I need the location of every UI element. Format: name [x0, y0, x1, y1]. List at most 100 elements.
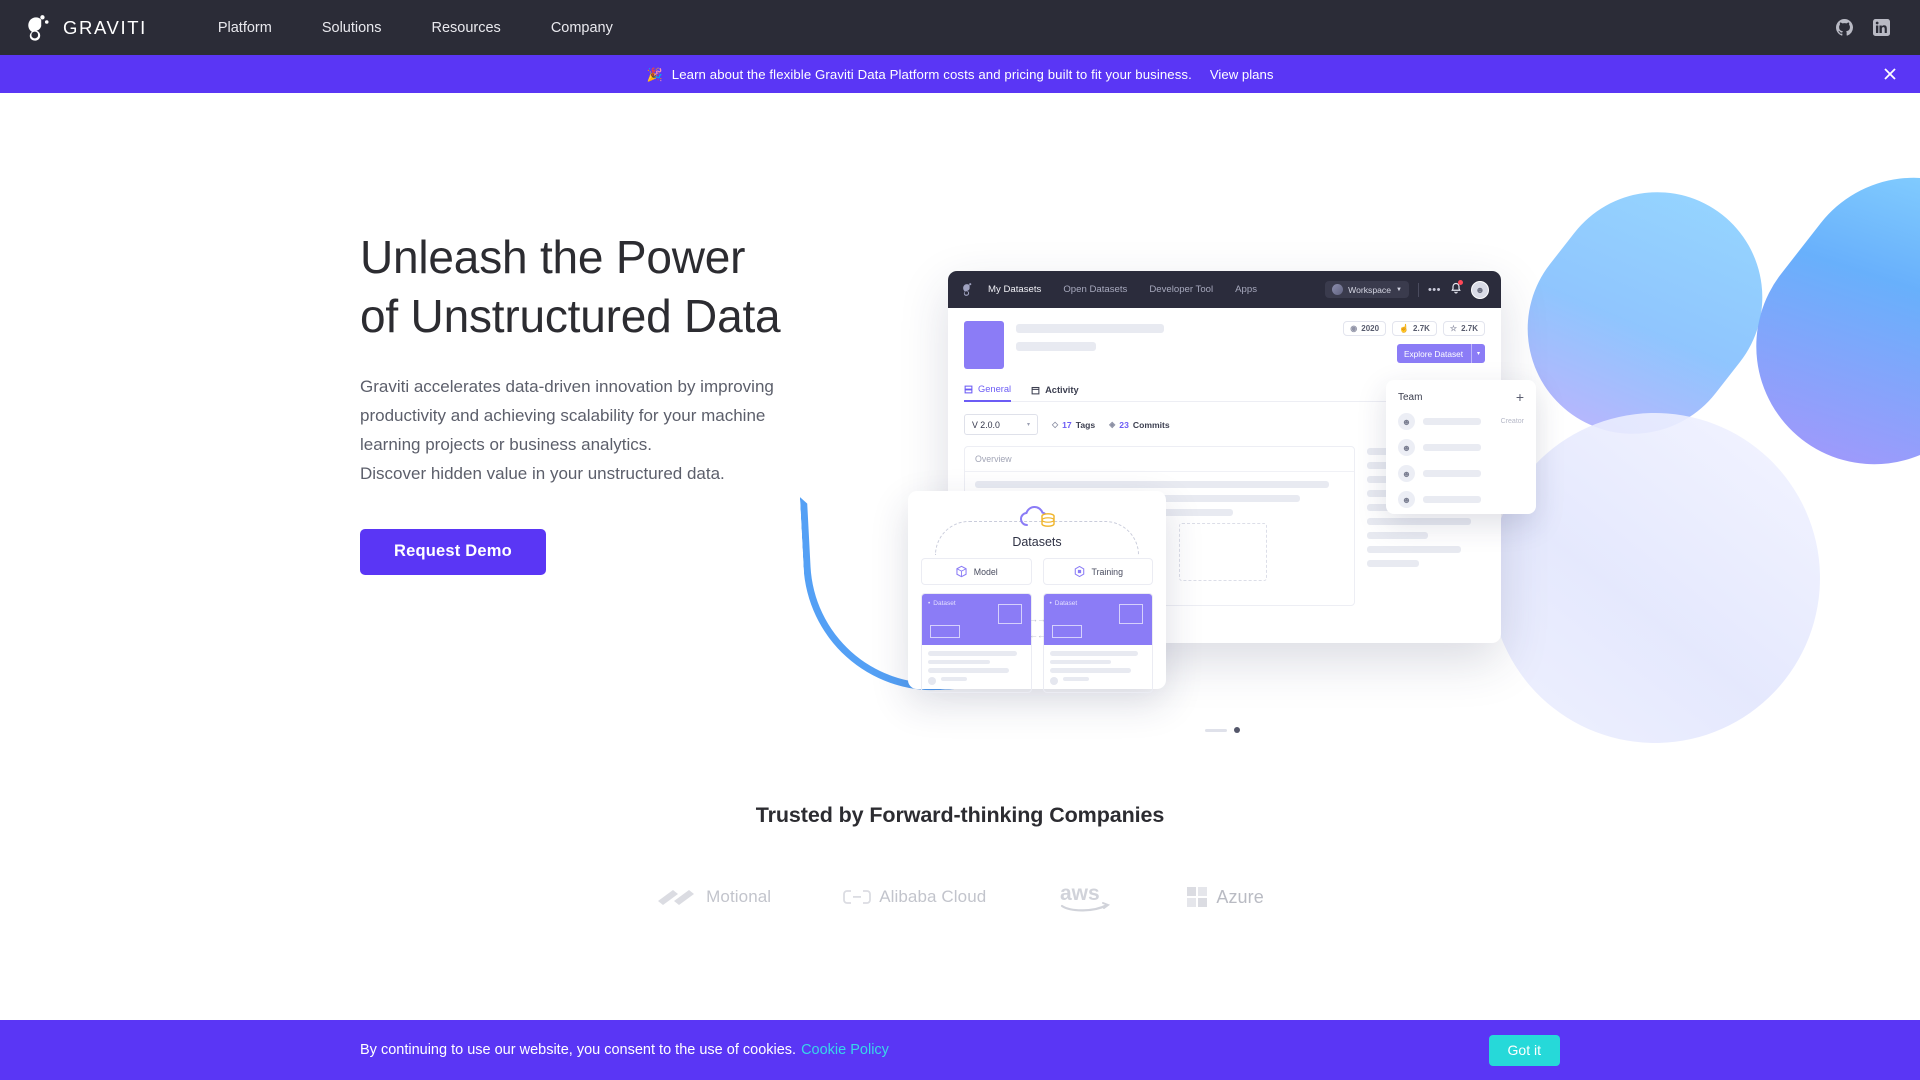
logo-alibaba-cloud-label: Alibaba Cloud [879, 887, 987, 906]
cookie-accept-button[interactable]: Got it [1488, 1034, 1560, 1066]
member-name-placeholder [1423, 444, 1481, 451]
partner-logos: Motional Alibaba Cloud aws Azure [0, 880, 1920, 914]
mockup-app-header: My Datasets Open Datasets Developer Tool… [948, 271, 1501, 308]
commit-icon: ◈ [1109, 420, 1116, 429]
version-select[interactable]: V 2.0.0 ▾ [964, 414, 1038, 435]
list-icon [964, 385, 973, 393]
datasets-tab-model[interactable]: Model [921, 558, 1032, 585]
datasets-tabs: Model Training [921, 558, 1153, 585]
mockup-tab-activity-label: Activity [1045, 385, 1079, 395]
hero-paragraph-line-4: Discover hidden value in your unstructur… [360, 464, 725, 484]
placeholder-line [1016, 324, 1164, 333]
dataset-card-pair: Dataset →→ ←← [921, 593, 1153, 693]
annotation-box [1051, 625, 1082, 638]
chevron-down-icon: ▾ [1026, 422, 1030, 428]
avatar [928, 676, 936, 685]
mockup-nav-open-datasets[interactable]: Open Datasets [1052, 284, 1138, 295]
team-member-row[interactable]: ☻ [1398, 465, 1524, 482]
workspace-avatar-icon [1332, 284, 1344, 295]
thumbs-up-icon: ☝ [1399, 324, 1410, 333]
more-options-icon[interactable]: ••• [1428, 284, 1441, 296]
annotation-box [930, 625, 960, 638]
tags-meta[interactable]: ◇ 17 Tags [1052, 420, 1095, 430]
svg-text:aws: aws [1060, 882, 1100, 905]
dataset-card-footer [928, 676, 1025, 686]
dataset-card[interactable]: Dataset [921, 593, 1032, 693]
mockup-tab-general[interactable]: General [964, 384, 1012, 402]
brand-name: GRAVITI [63, 16, 147, 38]
carousel-slide-2-active[interactable] [1234, 727, 1240, 733]
star-icon: ☆ [1449, 324, 1458, 333]
logo-azure: Azure [1186, 886, 1264, 908]
nav-link-platform[interactable]: Platform [193, 20, 297, 36]
placeholder-line [1062, 676, 1089, 681]
datasets-flow-card: Datasets Model Training Data [908, 491, 1166, 693]
add-member-icon[interactable]: + [1516, 390, 1524, 404]
team-member-row[interactable]: ☻ Creator [1398, 413, 1524, 430]
nav-link-solutions[interactable]: Solutions [297, 20, 407, 36]
placeholder-line [975, 481, 1330, 488]
motional-logo-icon [658, 890, 695, 905]
hero-title-line-1: Unleash the Power [360, 231, 746, 283]
stat-views-value: 2020 [1361, 324, 1380, 333]
mockup-tab-activity[interactable]: Activity [1031, 384, 1079, 402]
trusted-by-section: Trusted by Forward-thinking Companies Mo… [0, 803, 1920, 914]
promo-banner-text: Learn about the flexible Graviti Data Pl… [671, 66, 1192, 82]
logo-alibaba-cloud: Alibaba Cloud [843, 887, 986, 907]
dataset-card-meta [922, 645, 1031, 692]
chevron-down-icon[interactable]: ▾ [1471, 344, 1485, 363]
team-panel-header: Team + [1398, 390, 1524, 404]
overview-label: Overview [965, 447, 1354, 472]
datasets-tab-training[interactable]: Training [1042, 558, 1153, 585]
commits-meta[interactable]: ◈ 23 Commits [1109, 420, 1170, 430]
mockup-nav-apps[interactable]: Apps [1224, 284, 1268, 295]
dataset-title-placeholder [1016, 321, 1164, 351]
dataset-summary-row: ◉ 2020 ☝ 2.7K ☆ 2.7K Explore Dataset ▾ [964, 321, 1485, 369]
notifications-button[interactable] [1450, 279, 1463, 299]
placeholder-line [1049, 668, 1131, 673]
tags-count: 17 [1062, 419, 1072, 430]
top-navbar: GRAVITI Platform Solutions Resources Com… [0, 0, 1920, 55]
avatar: ☻ [1398, 465, 1415, 482]
hexagon-icon [1074, 565, 1084, 578]
brand-logo-link[interactable]: GRAVITI [22, 13, 147, 43]
nav-link-resources[interactable]: Resources [407, 20, 526, 36]
dataset-card[interactable]: Dataset [1042, 593, 1153, 693]
dataset-card-meta [1044, 645, 1153, 692]
cloud-database-icon [1020, 506, 1055, 527]
workspace-selector[interactable]: Workspace ▼ [1325, 281, 1409, 298]
linkedin-icon[interactable] [1873, 19, 1890, 36]
promo-close-button[interactable] [1880, 64, 1900, 84]
mockup-nav-my-datasets[interactable]: My Datasets [988, 284, 1052, 295]
navbar-social-links [1836, 19, 1898, 36]
promo-banner: 🎉 Learn about the flexible Graviti Data … [0, 55, 1920, 93]
request-demo-button[interactable]: Request Demo [360, 528, 546, 575]
nav-link-company[interactable]: Company [526, 20, 638, 36]
explore-dataset-button[interactable]: Explore Dataset ▾ [1397, 344, 1485, 363]
github-icon[interactable] [1836, 19, 1853, 36]
mockup-nav-developer-tool[interactable]: Developer Tool [1138, 284, 1224, 295]
eye-icon: ◉ [1350, 324, 1358, 333]
mockup-user-avatar[interactable]: ☻ [1471, 280, 1489, 299]
annotation-box [1119, 604, 1143, 624]
member-name-placeholder [1423, 470, 1481, 477]
mockup-header-right: Workspace ▼ ••• ☻ [1325, 279, 1489, 299]
alibaba-cloud-logo-icon [843, 890, 872, 904]
graviti-g-logo-icon [28, 14, 49, 41]
stat-views: ◉ 2020 [1343, 321, 1387, 336]
workspace-label: Workspace [1348, 284, 1391, 295]
team-member-row[interactable]: ☻ [1398, 439, 1524, 456]
carousel-slide-1[interactable] [1205, 728, 1227, 732]
member-role: Creator [1500, 418, 1524, 425]
member-name-placeholder [1423, 418, 1481, 425]
header-divider [1417, 282, 1419, 297]
hero-title-line-2: of Unstructured Data [360, 289, 781, 342]
tags-label: Tags [1075, 419, 1096, 430]
placeholder-line [1016, 342, 1096, 351]
team-member-row[interactable]: ☻ [1398, 491, 1524, 508]
hero-paragraph-line-2: productivity and achieving scalability f… [360, 405, 766, 425]
hero-copy: Unleash the Power of Unstructured Data G… [360, 228, 920, 575]
view-plans-link[interactable]: View plans [1210, 67, 1274, 82]
cookie-policy-link[interactable]: Cookie Policy [801, 1042, 889, 1058]
dataset-card-image: Dataset [1043, 594, 1152, 645]
